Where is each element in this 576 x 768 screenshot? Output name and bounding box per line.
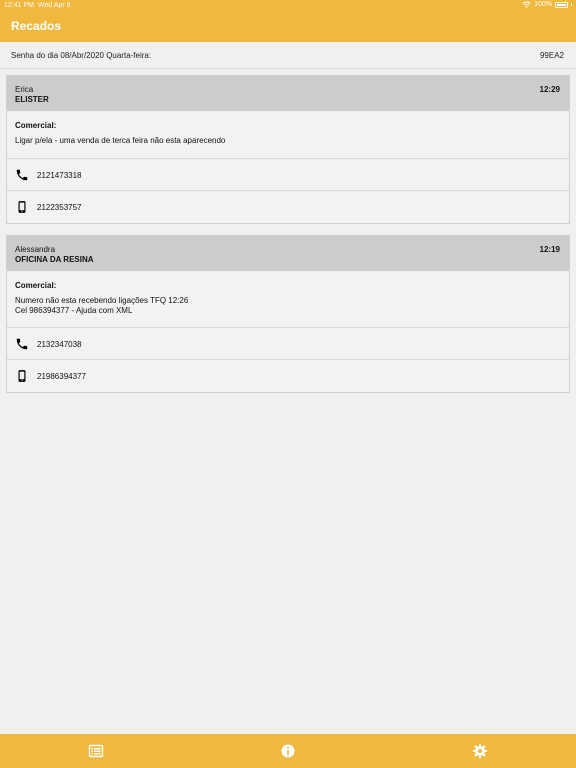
battery-tip <box>571 3 572 6</box>
message-time: 12:29 <box>539 85 560 94</box>
message-text: Numero não esta recebendo ligações TFQ 1… <box>15 296 189 315</box>
mobile-row[interactable]: 2122353757 <box>7 191 569 223</box>
daily-password-code: 99EA2 <box>539 51 564 60</box>
list-icon[interactable] <box>88 743 104 759</box>
gear-icon[interactable] <box>472 743 488 759</box>
info-icon[interactable] <box>280 743 296 759</box>
message-card[interactable]: Alessandra OFICINA DA RESINA 12:19 Comer… <box>6 235 570 393</box>
contact-name: Alessandra <box>15 245 56 254</box>
mobile-number[interactable]: 21986394377 <box>37 372 86 381</box>
message-card-header: Alessandra OFICINA DA RESINA 12:19 <box>7 236 569 271</box>
message-text: Ligar p/ela - uma venda de terca feira n… <box>15 136 226 145</box>
page-title: Recados <box>11 19 62 33</box>
message-body: Comercial: Numero não esta recebendo lig… <box>7 271 569 328</box>
wifi-icon <box>522 1 531 8</box>
message-category: Comercial: <box>15 281 57 290</box>
mobile-phone-icon <box>18 201 26 213</box>
phone-icon <box>16 169 28 181</box>
mobile-phone-icon <box>18 370 26 382</box>
message-time: 12:19 <box>539 245 560 254</box>
status-date: Wed Apr 8 <box>38 2 71 9</box>
battery-icon <box>555 1 568 8</box>
message-card[interactable]: Erica ELISTER 12:29 Comercial: Ligar p/e… <box>6 75 570 224</box>
contact-company: OFICINA DA RESINA <box>15 255 94 264</box>
app-header: 12:41 PM Wed Apr 8 100% Recados <box>0 0 576 42</box>
message-body: Comercial: Ligar p/ela - uma venda de te… <box>7 111 569 159</box>
battery-percent: 100% <box>534 1 552 8</box>
message-card-header: Erica ELISTER 12:29 <box>7 76 569 111</box>
mobile-row[interactable]: 21986394377 <box>7 360 569 392</box>
status-time: 12:41 PM <box>4 2 34 9</box>
phone-row[interactable]: 2121473318 <box>7 159 569 191</box>
contact-name: Erica <box>15 85 34 94</box>
phone-number[interactable]: 2121473318 <box>37 171 82 180</box>
phone-icon <box>16 338 28 350</box>
status-right: 100% <box>522 1 572 8</box>
tab-bar <box>0 734 576 768</box>
phone-number[interactable]: 2132347038 <box>37 340 82 349</box>
status-bar: 12:41 PM Wed Apr 8 100% <box>0 0 576 12</box>
message-category: Comercial: <box>15 121 57 130</box>
mobile-number[interactable]: 2122353757 <box>37 203 82 212</box>
phone-row[interactable]: 2132347038 <box>7 328 569 360</box>
contact-company: ELISTER <box>15 95 49 104</box>
daily-password-row: Senha do dia 08/Abr/2020 Quarta-feira: 9… <box>0 42 576 69</box>
daily-password-label: Senha do dia 08/Abr/2020 Quarta-feira: <box>11 51 152 60</box>
